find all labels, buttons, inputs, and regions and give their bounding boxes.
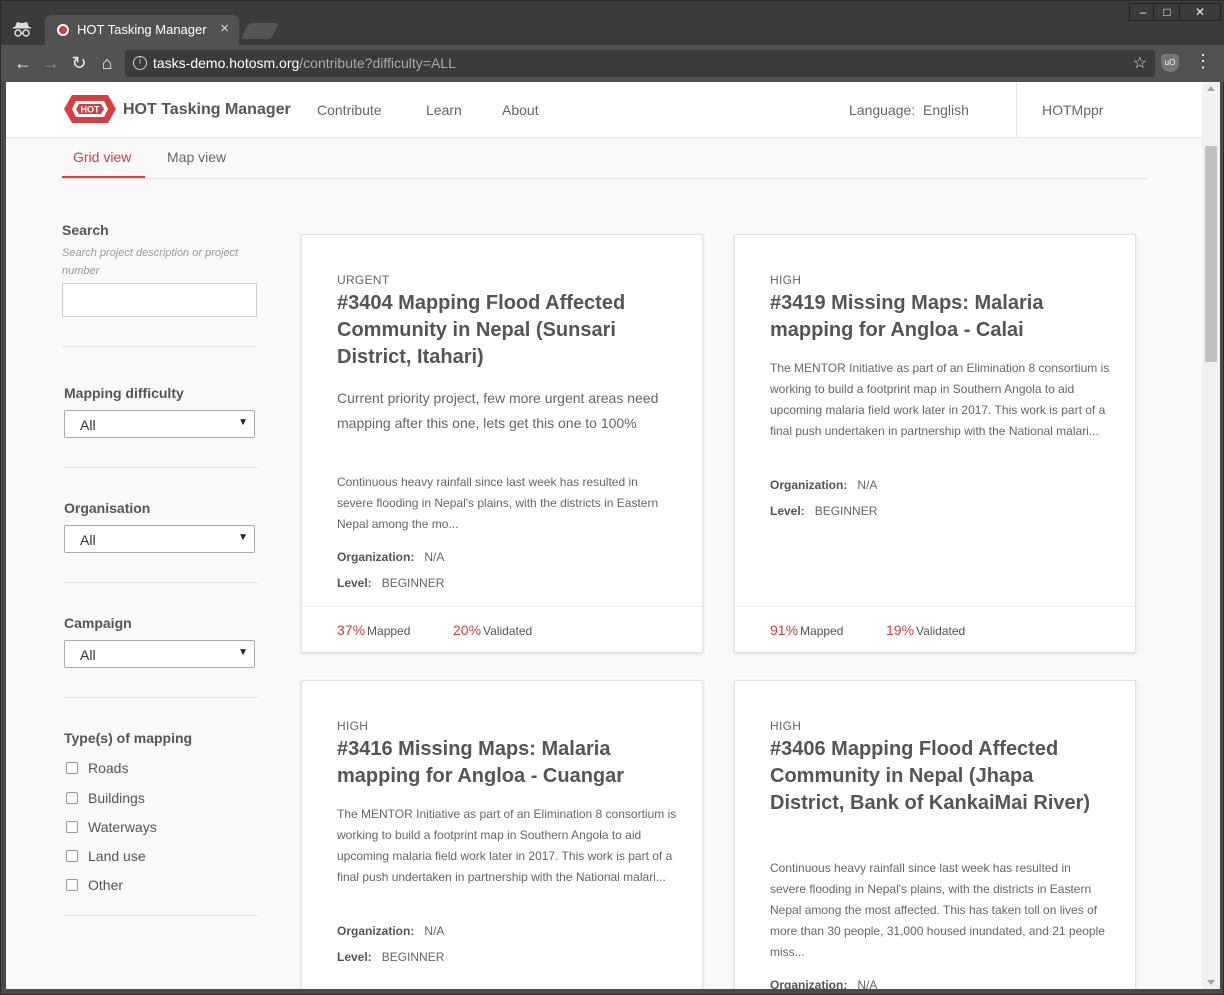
search-input[interactable] bbox=[62, 283, 257, 317]
close-window-button[interactable]: ✕ bbox=[1179, 3, 1221, 21]
dropdown-caret-icon: ▼ bbox=[238, 417, 248, 428]
difficulty-heading: Mapping difficulty bbox=[64, 385, 184, 401]
project-card[interactable]: URGENT #3404 Mapping Flood Affected Comm… bbox=[301, 234, 703, 653]
language-selector[interactable]: English bbox=[923, 102, 969, 118]
project-short-description: Current priority project, few more urgen… bbox=[337, 390, 659, 431]
mapped-stat: 91% Mapped bbox=[770, 622, 844, 638]
user-menu[interactable]: HOTMppr bbox=[1042, 102, 1103, 118]
project-title[interactable]: #3406 Mapping Flood Affected Community i… bbox=[770, 736, 1110, 817]
scroll-down-arrow-icon[interactable] bbox=[1207, 980, 1215, 985]
mapping-types-heading: Type(s) of mapping bbox=[64, 730, 193, 746]
page-viewport: HOT HOT Tasking Manager Contribute Learn… bbox=[6, 82, 1202, 989]
organization-row: Organization: N/A bbox=[337, 550, 445, 564]
svg-text:HOT: HOT bbox=[81, 105, 101, 115]
nav-learn[interactable]: Learn bbox=[426, 102, 462, 118]
difficulty-select[interactable]: All ▼ bbox=[64, 410, 255, 438]
card-stats: 37% Mapped 20% Validated bbox=[302, 606, 702, 652]
back-button[interactable]: ← bbox=[11, 51, 35, 75]
scrollbar-thumb[interactable] bbox=[1205, 146, 1217, 362]
browser-toolbar: ← → ↻ ⌂ i tasks-demo.hotosm.org/contribu… bbox=[1, 45, 1224, 82]
validated-stat: 20% Validated bbox=[453, 622, 533, 638]
bookmark-star-icon[interactable]: ☆ bbox=[1133, 53, 1147, 73]
project-card[interactable]: HIGH #3419 Missing Maps: Malaria mapping… bbox=[734, 234, 1136, 653]
validated-stat: 19% Validated bbox=[886, 622, 966, 638]
favicon-icon bbox=[57, 24, 69, 36]
project-description: Continuous heavy rainfall since last wee… bbox=[337, 475, 659, 531]
divider bbox=[64, 582, 258, 583]
vertical-scrollbar[interactable] bbox=[1202, 82, 1220, 989]
reload-button[interactable]: ↻ bbox=[67, 51, 91, 75]
view-tabs: Grid view Map view bbox=[62, 138, 1148, 179]
browser-menu-icon[interactable]: ⋮ bbox=[1193, 51, 1213, 72]
organization-row: Organization: N/A bbox=[770, 478, 878, 492]
card-stats: 91% Mapped 19% Validated bbox=[735, 606, 1135, 652]
project-title[interactable]: #3404 Mapping Flood Affected Community i… bbox=[337, 290, 677, 371]
divider bbox=[64, 467, 258, 468]
project-card[interactable]: HIGH #3406 Mapping Flood Affected Commun… bbox=[734, 680, 1136, 989]
project-description: The MENTOR Initiative as part of an Elim… bbox=[770, 361, 1110, 438]
tab-title: HOT Tasking Manager bbox=[77, 22, 207, 37]
scroll-up-arrow-icon[interactable] bbox=[1207, 86, 1215, 91]
info-icon[interactable]: i bbox=[133, 56, 147, 70]
ublock-extension-icon[interactable]: uO bbox=[1161, 54, 1179, 72]
tab-grid-view[interactable]: Grid view bbox=[73, 149, 131, 165]
priority-label: HIGH bbox=[770, 719, 802, 733]
tab-strip: HOT Tasking Manager × – □ ✕ bbox=[1, 1, 1224, 45]
level-row: Level: BEGINNER bbox=[770, 504, 878, 518]
dropdown-caret-icon: ▼ bbox=[238, 532, 248, 543]
project-title[interactable]: #3419 Missing Maps: Malaria mapping for … bbox=[770, 290, 1110, 344]
search-hint: Search project description or project nu… bbox=[62, 247, 239, 277]
header-divider bbox=[1016, 82, 1017, 138]
level-row: Level: BEGINNER bbox=[337, 576, 445, 590]
nav-about[interactable]: About bbox=[502, 102, 539, 118]
incognito-icon bbox=[13, 22, 31, 37]
active-tab-indicator bbox=[62, 176, 145, 178]
browser-window: HOT Tasking Manager × – □ ✕ ← → ↻ ⌂ i ta… bbox=[0, 0, 1224, 995]
organization-row: Organization: N/A bbox=[337, 924, 445, 938]
project-description: Continuous heavy rainfall since last wee… bbox=[770, 861, 1105, 959]
language-label: Language: bbox=[849, 102, 916, 118]
level-row: Level: BEGINNER bbox=[337, 950, 445, 964]
dropdown-caret-icon: ▼ bbox=[238, 647, 248, 658]
organisation-heading: Organisation bbox=[64, 500, 151, 516]
project-title[interactable]: #3416 Missing Maps: Malaria mapping for … bbox=[337, 736, 677, 790]
home-button[interactable]: ⌂ bbox=[95, 51, 119, 75]
browser-tab[interactable]: HOT Tasking Manager × bbox=[45, 15, 239, 45]
priority-label: HIGH bbox=[770, 273, 802, 287]
mapped-stat: 37% Mapped bbox=[337, 622, 411, 638]
site-header: HOT HOT Tasking Manager Contribute Learn… bbox=[6, 82, 1202, 138]
forward-button[interactable]: → bbox=[39, 51, 63, 75]
tab-close-icon[interactable]: × bbox=[220, 20, 229, 37]
brand-name[interactable]: HOT Tasking Manager bbox=[123, 101, 291, 119]
tab-map-view[interactable]: Map view bbox=[167, 149, 226, 165]
project-description: The MENTOR Initiative as part of an Elim… bbox=[337, 807, 677, 884]
address-bar[interactable]: i tasks-demo.hotosm.org/contribute?diffi… bbox=[125, 50, 1155, 77]
campaign-heading: Campaign bbox=[64, 615, 132, 631]
search-heading: Search bbox=[62, 222, 109, 238]
priority-label: URGENT bbox=[337, 273, 390, 287]
url-text[interactable]: tasks-demo.hotosm.org/contribute?difficu… bbox=[153, 55, 456, 71]
divider bbox=[64, 915, 258, 916]
priority-label: HIGH bbox=[337, 719, 369, 733]
divider bbox=[62, 346, 256, 347]
project-card[interactable]: HIGH #3416 Missing Maps: Malaria mapping… bbox=[301, 680, 703, 989]
organization-row: Organization: N/A bbox=[770, 978, 878, 989]
hot-logo-icon[interactable]: HOT bbox=[62, 92, 118, 126]
organisation-select[interactable]: All ▼ bbox=[64, 525, 255, 553]
maximize-button[interactable]: □ bbox=[1153, 3, 1181, 21]
nav-contribute[interactable]: Contribute bbox=[317, 102, 382, 118]
new-tab-button[interactable] bbox=[241, 23, 279, 39]
campaign-select[interactable]: All ▼ bbox=[64, 640, 255, 668]
divider bbox=[64, 697, 258, 698]
